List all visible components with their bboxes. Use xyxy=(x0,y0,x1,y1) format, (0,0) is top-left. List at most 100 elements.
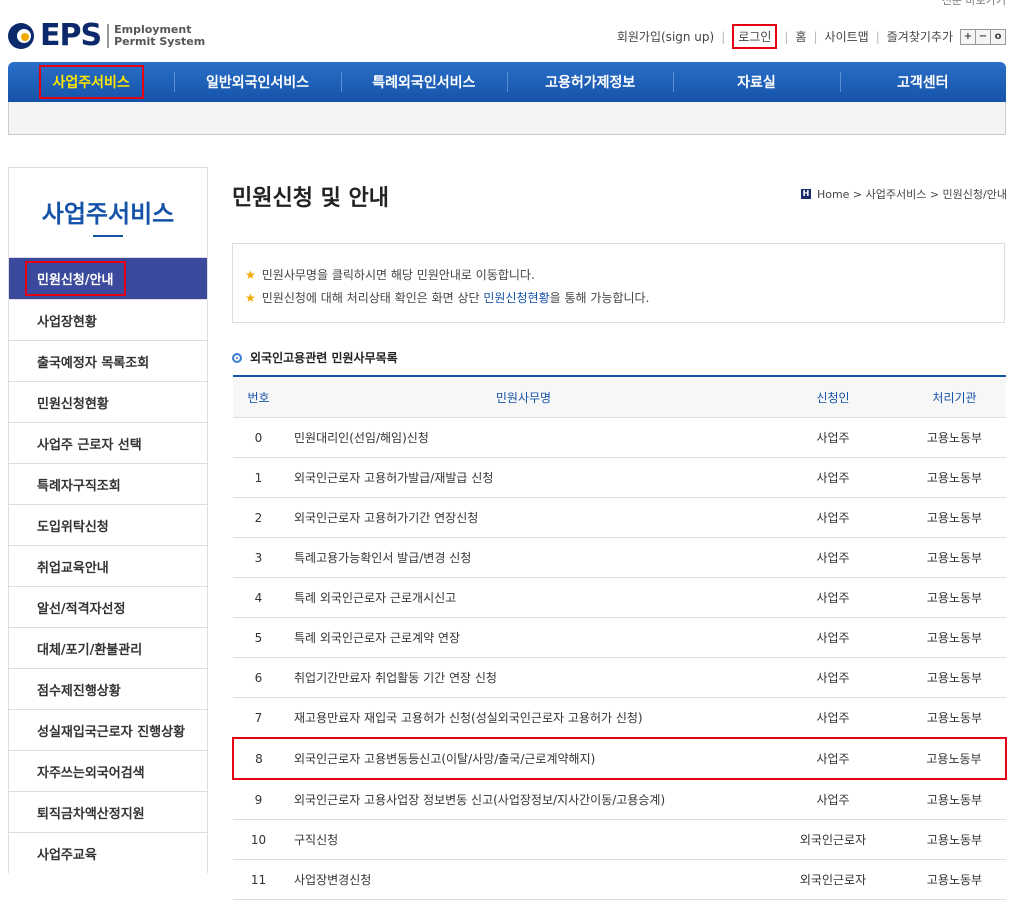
row-org: 고용노동부 xyxy=(903,697,1006,739)
zoom-controls: + − o xyxy=(960,28,1006,45)
row-name[interactable]: 외국인근로자 고용허가기간 연장신청 xyxy=(284,497,763,538)
row-org: 고용노동부 xyxy=(903,577,1006,618)
row-name[interactable]: 외국인근로자 고용변동등신고(이탈/사망/출국/근로계약해지) xyxy=(284,737,763,780)
notice-box: ★ 민원사무명을 클릭하시면 해당 민원안내로 이동합니다. ★ 민원신청에 대해 … xyxy=(232,243,1005,323)
divider: | xyxy=(813,29,818,44)
row-org: 고용노동부 xyxy=(903,497,1006,538)
table-row[interactable]: 11 사업장변경신청 외국인근로자 고용노동부 xyxy=(233,859,1006,900)
home-icon: H xyxy=(800,189,811,199)
row-num: 5 xyxy=(233,617,284,658)
favorite-link[interactable]: 즐겨찾기추가 xyxy=(887,28,953,45)
side-item-workplace-status[interactable]: 사업장현황 xyxy=(9,299,207,340)
table-row[interactable]: 4 특례 외국인근로자 근로개시신고 사업주 고용노동부 xyxy=(233,577,1006,618)
side-item-departure-list[interactable]: 출국예정자 목록조회 xyxy=(9,340,207,381)
nav-special-foreigner[interactable]: 특례외국인서비스 xyxy=(340,62,507,102)
row-num: 8 xyxy=(232,737,284,780)
side-item-worker-select[interactable]: 사업주 근로자 선택 xyxy=(9,422,207,463)
notice-line-1: ★ 민원사무명을 클릭하시면 해당 민원안내로 이동합니다. xyxy=(245,264,992,287)
zoom-reset-button[interactable]: o xyxy=(990,28,1006,45)
breadcrumb-text: Home > 사업주서비스 > 민원신청/안내 xyxy=(816,188,1007,201)
sitemap-link[interactable]: 사이트맵 xyxy=(825,28,869,45)
side-item-civil-application[interactable]: 민원신청/안내 xyxy=(9,257,207,299)
table-row[interactable]: 5 특례 외국인근로자 근로계약 연장 사업주 고용노동부 xyxy=(233,617,1006,658)
row-org: 고용노동부 xyxy=(903,737,1007,780)
table-row[interactable]: 8 외국인근로자 고용변동등신고(이탈/사망/출국/근로계약해지) 사업주 고용노동부 xyxy=(232,737,1007,780)
col-name: 민원사무명 xyxy=(284,375,763,418)
row-name[interactable]: 사업장변경신청 xyxy=(284,859,763,900)
row-applicant: 외국인근로자 xyxy=(763,819,903,860)
side-item-education-info[interactable]: 취업교육안내 xyxy=(9,545,207,586)
row-applicant: 외국인근로자 xyxy=(763,859,903,900)
table-row[interactable]: 10 구직신청 외국인근로자 고용노동부 xyxy=(233,819,1006,860)
nav-resources[interactable]: 자료실 xyxy=(673,62,839,102)
table-row[interactable]: 3 특례고용가능확인서 발급/변경 신청 사업주 고용노동부 xyxy=(233,537,1006,578)
row-name[interactable]: 구직신청 xyxy=(284,819,763,860)
side-item-application-status[interactable]: 민원신청현황 xyxy=(9,381,207,422)
zoom-out-button[interactable]: − xyxy=(975,28,991,45)
section-title: 외국인고용관련 민원사무목록 xyxy=(250,351,398,365)
notice-line-2: ★ 민원신청에 대해 처리상태 확인은 화면 상단 민원신청현황을 통해 가능합니… xyxy=(245,287,992,310)
section-heading: 외국인고용관련 민원사무목록 xyxy=(232,349,398,366)
row-name[interactable]: 외국인근로자 고용허가발급/재발급 신청 xyxy=(284,457,763,498)
side-item-replace-refund[interactable]: 대체/포기/환불관리 xyxy=(9,627,207,668)
side-item-employer-education[interactable]: 사업주교육 xyxy=(9,832,207,873)
utility-links: 회원가입(sign up) | 로그인 | 홈 | 사이트맵 | 즐겨찾기추가 … xyxy=(617,24,1006,49)
star-icon: ★ xyxy=(245,291,256,305)
sub-nav-bar xyxy=(8,102,1006,135)
side-item-foreign-language[interactable]: 자주쓰는외국어검색 xyxy=(9,750,207,791)
row-name[interactable]: 외국인근로자 고용사업장 정보변동 신고(사업장정보/지사간이동/고용승계) xyxy=(284,779,763,820)
home-link[interactable]: 홈 xyxy=(795,28,806,45)
side-item-point-status[interactable]: 점수제진행상황 xyxy=(9,668,207,709)
side-item-placement[interactable]: 알선/적격자선정 xyxy=(9,586,207,627)
nav-label: 사업주서비스 xyxy=(38,65,144,99)
side-nav-title: 사업주서비스 xyxy=(9,168,207,257)
row-num: 1 xyxy=(233,457,284,498)
row-org: 고용노동부 xyxy=(903,819,1006,860)
page-title: 민원신청 및 안내 xyxy=(232,186,389,211)
signup-link[interactable]: 회원가입(sign up) xyxy=(617,28,714,45)
breadcrumb: H Home > 사업주서비스 > 민원신청/안내 xyxy=(800,186,1007,202)
nav-general-foreigner[interactable]: 일반외국인서비스 xyxy=(174,62,340,102)
table-row[interactable]: 2 외국인근로자 고용허가기간 연장신청 사업주 고용노동부 xyxy=(233,497,1006,538)
row-num: 6 xyxy=(233,657,284,698)
notice-text: 을 통해 가능합니다. xyxy=(549,291,650,305)
row-name[interactable]: 특례 외국인근로자 근로계약 연장 xyxy=(284,617,763,658)
table-header-row: 번호 민원사무명 신청인 처리기관 xyxy=(233,375,1006,418)
side-item-severance-support[interactable]: 퇴직금차액산정지원 xyxy=(9,791,207,832)
side-item-special-job-search[interactable]: 특례자구직조회 xyxy=(9,463,207,504)
table-row[interactable]: 9 외국인근로자 고용사업장 정보변동 신고(사업장정보/지사간이동/고용승계) 사… xyxy=(233,779,1006,820)
table-row[interactable]: 0 민원대리인(선임/해임)신청 사업주 고용노동부 xyxy=(233,417,1006,458)
table-row[interactable]: 1 외국인근로자 고용허가발급/재발급 신청 사업주 고용노동부 xyxy=(233,457,1006,498)
divider: | xyxy=(784,29,789,44)
nav-label: 자료실 xyxy=(737,75,776,91)
nav-employer-services[interactable]: 사업주서비스 xyxy=(8,62,174,102)
row-applicant: 사업주 xyxy=(763,617,903,658)
row-num: 0 xyxy=(233,417,284,458)
civil-affairs-table: 번호 민원사무명 신청인 처리기관 0 민원대리인(선임/해임)신청 사업주 고용노동… xyxy=(232,375,1007,900)
zoom-in-button[interactable]: + xyxy=(960,28,976,45)
row-org: 고용노동부 xyxy=(903,457,1006,498)
eps-logo[interactable]: EPS Employment Permit System xyxy=(8,18,205,53)
nav-label: 일반외국인서비스 xyxy=(205,75,310,91)
nav-customer-center[interactable]: 고객센터 xyxy=(839,62,1006,102)
logo-subtitle-line2: Permit System xyxy=(114,34,206,48)
table-row[interactable]: 6 취업기간만료자 취업활동 기간 연장 신청 사업주 고용노동부 xyxy=(233,657,1006,698)
row-name[interactable]: 민원대리인(선임/해임)신청 xyxy=(284,417,763,458)
login-link[interactable]: 로그인 xyxy=(732,24,778,49)
row-name[interactable]: 재고용만료자 재입국 고용허가 신청(성실외국인근로자 고용허가 신청) xyxy=(284,697,763,739)
row-num: 7 xyxy=(233,697,284,739)
row-applicant: 사업주 xyxy=(763,779,903,820)
row-name[interactable]: 특례 외국인근로자 근로개시신고 xyxy=(284,577,763,618)
logo-text: EPS xyxy=(40,18,102,53)
top-cut-text: 전문 바로가기 xyxy=(941,0,1006,7)
col-num: 번호 xyxy=(233,375,284,418)
row-name[interactable]: 취업기간만료자 취업활동 기간 연장 신청 xyxy=(284,657,763,698)
nav-eps-info[interactable]: 고용허가제정보 xyxy=(506,62,673,102)
row-applicant: 사업주 xyxy=(763,577,903,618)
side-item-introduction-consign[interactable]: 도입위탁신청 xyxy=(9,504,207,545)
table-row[interactable]: 7 재고용만료자 재입국 고용허가 신청(성실외국인근로자 고용허가 신청) 사업주… xyxy=(233,697,1006,739)
row-name[interactable]: 특례고용가능확인서 발급/변경 신청 xyxy=(284,537,763,578)
row-applicant: 사업주 xyxy=(763,417,903,458)
application-status-link[interactable]: 민원신청현황 xyxy=(483,291,549,305)
side-item-reentry-status[interactable]: 성실재입국근로자 진행상황 xyxy=(9,709,207,750)
